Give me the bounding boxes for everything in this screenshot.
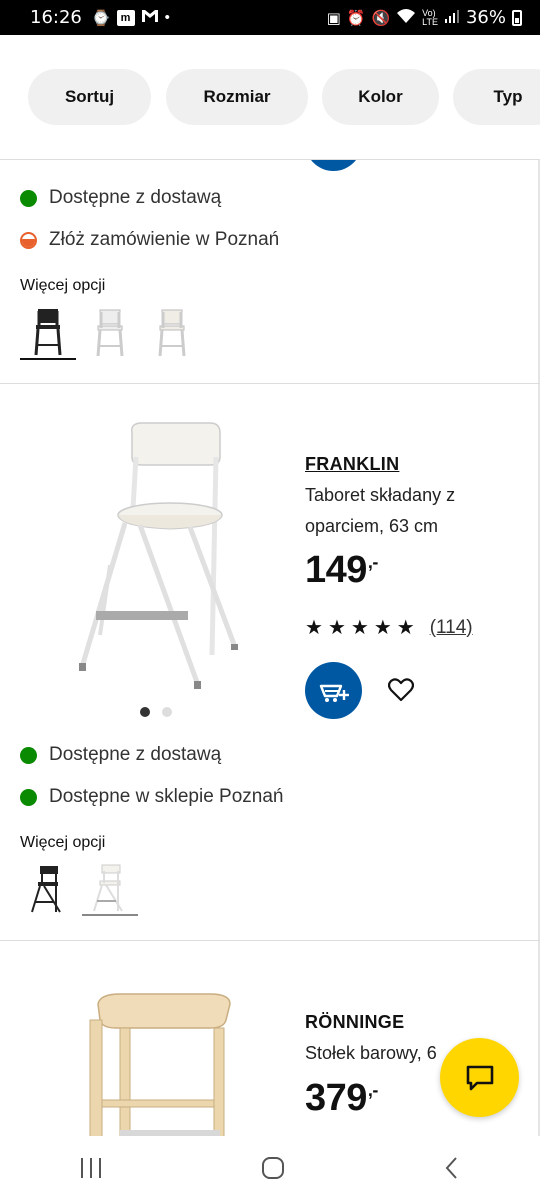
availability-text: Dostępne z dostawą xyxy=(49,744,222,765)
price-suffix: ,- xyxy=(367,1080,379,1100)
availability-store: Złóż zamówienie w Poznań xyxy=(20,229,279,251)
folding-white-icon xyxy=(93,864,123,912)
rating[interactable]: ★ ★ ★ ★ ★ (114) xyxy=(305,615,473,640)
dot-icon: • xyxy=(164,9,170,26)
availability-store: Dostępne w sklepie Poznań xyxy=(20,786,283,808)
filter-bar: Sortuj Rozmiar Kolor Typ xyxy=(0,35,540,160)
divider xyxy=(0,383,540,384)
folding-black-icon xyxy=(31,866,61,913)
product-description[interactable]: Taboret składany z oparciem, 63 cm xyxy=(305,480,505,542)
wifi-icon xyxy=(396,8,416,28)
gmail-icon xyxy=(141,9,159,27)
product-list[interactable]: Dostępne z dostawą Złóż zamówienie w Poz… xyxy=(0,160,540,1136)
status-green-icon xyxy=(20,788,37,806)
star-icon: ★ xyxy=(373,617,392,639)
star-icon: ★ xyxy=(327,617,346,639)
status-green-icon xyxy=(20,189,37,207)
battery-icon xyxy=(512,9,522,26)
option-white-stool[interactable] xyxy=(82,306,138,360)
status-orange-icon xyxy=(20,231,37,249)
product-image-ronninge[interactable] xyxy=(80,990,250,1136)
mute-icon: 🔇 xyxy=(371,9,391,27)
battery-percent: 36% xyxy=(465,7,506,28)
status-bar: 16:26 ⌚ m • ▣ ⏰ 🔇 Vo) LTE 36% xyxy=(0,0,540,35)
availability-delivery: Dostępne z dostawą xyxy=(20,744,221,766)
option-black-folding[interactable] xyxy=(20,862,76,916)
cart-add-icon xyxy=(319,684,349,702)
clock: 16:26 xyxy=(30,7,82,28)
price-suffix: ,- xyxy=(367,552,379,572)
home-icon[interactable] xyxy=(260,1155,286,1186)
option-white-folding[interactable] xyxy=(82,862,138,916)
stool-white-icon xyxy=(96,309,124,357)
status-right: ▣ ⏰ 🔇 Vo) LTE 36% xyxy=(327,7,522,28)
star-icon: ★ xyxy=(350,617,369,639)
cart-button-partial[interactable] xyxy=(305,160,362,171)
stool-white-2-icon xyxy=(158,309,186,357)
product-name[interactable]: FRANKLIN xyxy=(305,454,399,475)
pager-dot[interactable] xyxy=(162,707,172,717)
more-options-label: Więcej opcji xyxy=(20,277,106,294)
product-image-franklin[interactable] xyxy=(70,415,250,705)
add-to-cart-button[interactable] xyxy=(305,662,362,719)
status-green-icon xyxy=(20,746,37,764)
system-nav-bar xyxy=(0,1136,540,1204)
franklin-stool-image xyxy=(79,422,238,689)
review-count[interactable]: (114) xyxy=(430,617,473,639)
nfc-icon: ▣ xyxy=(326,9,341,27)
chat-button[interactable] xyxy=(440,1038,519,1117)
favorite-button[interactable] xyxy=(386,675,416,705)
more-options-label: Więcej opcji xyxy=(20,834,106,851)
availability-delivery: Dostępne z dostawą xyxy=(20,187,221,209)
stool-black-icon xyxy=(34,309,62,356)
availability-text: Dostępne w sklepie Poznań xyxy=(49,786,284,807)
divider xyxy=(0,940,540,941)
recent-apps-icon[interactable] xyxy=(78,1156,104,1185)
product-price: 149,- xyxy=(305,549,378,592)
ronninge-stool-image xyxy=(89,993,231,1136)
pager-dot-active[interactable] xyxy=(140,707,150,717)
chat-icon xyxy=(466,1065,493,1090)
product-price: 379,- xyxy=(305,1077,378,1120)
sort-chip[interactable]: Sortuj xyxy=(28,69,151,125)
m-app-icon: m xyxy=(116,9,135,26)
option-white-stool-2[interactable] xyxy=(144,306,200,360)
option-black-stool[interactable] xyxy=(20,306,76,360)
type-chip[interactable]: Typ xyxy=(453,69,540,125)
signal-icon xyxy=(444,8,460,28)
star-icon: ★ xyxy=(396,617,415,639)
back-icon[interactable] xyxy=(442,1155,462,1186)
volte-icon: Vo) LTE xyxy=(422,7,438,27)
heart-icon xyxy=(388,678,414,702)
watch-icon: ⌚ xyxy=(91,9,111,27)
image-pager xyxy=(140,707,172,717)
product-name[interactable]: RÖNNINGE xyxy=(305,1012,404,1033)
alarm-icon: ⏰ xyxy=(346,9,366,27)
size-chip[interactable]: Rozmiar xyxy=(166,69,308,125)
availability-text: Dostępne z dostawą xyxy=(49,187,222,208)
star-icon: ★ xyxy=(305,617,323,639)
price-value: 379 xyxy=(305,1077,367,1119)
color-chip[interactable]: Kolor xyxy=(322,69,439,125)
price-value: 149 xyxy=(305,549,367,591)
availability-text: Złóż zamówienie w Poznań xyxy=(49,229,280,250)
